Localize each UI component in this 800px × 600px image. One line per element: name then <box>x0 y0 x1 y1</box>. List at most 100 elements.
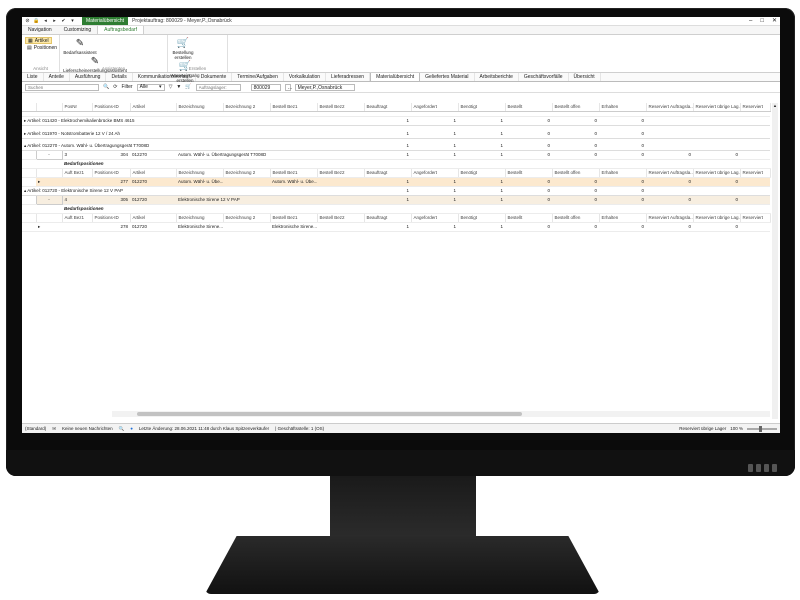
funnel-settings-icon[interactable]: ▼ <box>176 84 181 90</box>
sub-col-header[interactable]: Reserviert Auftragsla... <box>646 168 694 178</box>
sub-col-header[interactable]: Auft Bez1 <box>62 213 93 223</box>
project-lookup-button[interactable]: … <box>284 83 293 91</box>
view-positionen-button[interactable]: ▤ Positionen <box>25 44 57 51</box>
sub-col-header[interactable]: Bezeichnung 2 <box>223 168 271 178</box>
sub-col-header[interactable]: Beauftragt <box>364 213 412 223</box>
check-icon[interactable]: ✔ <box>60 18 67 25</box>
col-header-artikel[interactable]: Artikel <box>130 103 177 112</box>
group-row[interactable]: ▸ Artikel: 011970 - Notstrombatterie 12 … <box>22 129 770 139</box>
tab-materialuebersicht[interactable]: Materialübersicht <box>370 72 421 81</box>
scroll-up-icon[interactable]: ▲ <box>772 103 778 109</box>
funnel-icon[interactable]: ▽ <box>169 84 173 90</box>
sub-col-header[interactable]: Reserviert <box>740 213 771 223</box>
col-header-bestell-bez1[interactable]: Bestell Bez1 <box>270 103 318 112</box>
sub-col-header[interactable]: Angefordert <box>411 168 459 178</box>
col-header-erhalten[interactable]: Erhalten <box>599 103 647 112</box>
tab-arbeitsberichte[interactable]: Arbeitsberichte <box>475 73 519 81</box>
sub-col-header[interactable]: Benötigt <box>458 213 506 223</box>
sub-col-header[interactable]: Angefordert <box>411 213 459 223</box>
search-icon[interactable]: 🔍 <box>119 426 125 432</box>
sub-col-header[interactable]: Bezeichnung <box>176 213 224 223</box>
maximize-icon[interactable]: □ <box>760 17 764 26</box>
tab-geschaeftsvorfaelle[interactable]: Geschäftsvorfälle <box>519 73 569 81</box>
sub-col-header[interactable]: Bestell Bez2 <box>317 168 365 178</box>
col-header-reserviert-uebrige[interactable]: Reserviert übrige Lag... <box>693 103 741 112</box>
sub-col-header[interactable]: Erhalten <box>599 213 647 223</box>
sub-col-header[interactable]: Beauftragt <box>364 168 412 178</box>
sub-col-header[interactable]: Reserviert übrige Lag... <box>693 213 741 223</box>
sub-col-header[interactable]: Bestell Bez1 <box>270 213 318 223</box>
sub-col-header[interactable]: Benötigt <box>458 168 506 178</box>
sub-col-header[interactable]: Reserviert Auftragsla... <box>646 213 694 223</box>
col-header-bestellt[interactable]: Bestellt <box>505 103 553 112</box>
col-header-positions-id[interactable]: Positions-ID <box>92 103 131 112</box>
sub-col-header[interactable]: Reserviert <box>740 168 771 178</box>
vertical-scrollbar[interactable]: ▲ <box>772 103 778 419</box>
sub-col-header[interactable]: Positions-ID <box>92 213 131 223</box>
sub-col-header[interactable]: Bestellt <box>505 213 553 223</box>
col-header-reserviert[interactable]: Reserviert <box>740 103 771 112</box>
tab-details[interactable]: Details <box>106 73 133 81</box>
sub-col-header[interactable]: Auft Bez1 <box>62 168 93 178</box>
sub-row[interactable]: ▸ 278 012720 Elektronische Sirene... Ele… <box>22 222 770 232</box>
wareneingang-erstellen-button[interactable]: 🛒 Wareneingang erstellen <box>170 60 199 84</box>
bedarfsassistent-button[interactable]: ✎ Bedarfsassistent <box>63 37 97 56</box>
zoom-slider[interactable] <box>747 425 777 432</box>
ribbon-tab-navigation[interactable]: Navigation <box>22 26 58 34</box>
sub-col-header[interactable]: Positions-ID <box>92 168 131 178</box>
tab-geliefertes-material[interactable]: Geliefertes Material <box>420 73 475 81</box>
tab-dokumente[interactable]: Dokumente <box>196 73 233 81</box>
sub-col-header[interactable]: Bezeichnung <box>176 168 224 178</box>
sub-col-header[interactable]: Bestellt <box>505 168 553 178</box>
bestellung-erstellen-button[interactable]: 🛒 Bestellung erstellen <box>171 37 195 61</box>
refresh-icon[interactable]: ⟳ <box>113 84 117 90</box>
sub-col-header[interactable]: Artikel <box>130 168 177 178</box>
search-icon[interactable]: 🔍 <box>103 84 109 90</box>
sub-col-header[interactable]: Erhalten <box>599 168 647 178</box>
group-row[interactable]: ▴ Artikel: 012720 - Elektronische Sirene… <box>22 186 770 196</box>
tab-termine[interactable]: Termine/Aufgaben <box>232 73 284 81</box>
sub-col-header[interactable]: Artikel <box>130 213 177 223</box>
tab-ausfuehrung[interactable]: Ausführung <box>70 73 107 81</box>
group-row[interactable]: ▸ Artikel: 011420 - Elektrochemikalienbr… <box>22 116 770 126</box>
col-header-bestell-bez2[interactable]: Bestell Bez2 <box>317 103 365 112</box>
search-input[interactable] <box>25 83 99 91</box>
sub-row[interactable]: ▸ 277 012270 Autom. Wähl- u. Übe... Auto… <box>22 177 770 187</box>
close-icon[interactable]: ✕ <box>772 17 777 26</box>
col-header-beauftragt[interactable]: Beauftragt <box>364 103 412 112</box>
project-number-field[interactable]: 800029 <box>250 83 281 91</box>
col-header-benoetigt[interactable]: Benötigt <box>458 103 506 112</box>
filter-select[interactable]: Alle ▾ <box>136 83 165 91</box>
tab-vorkalkulation[interactable]: Vorkalkulation <box>284 73 327 81</box>
sub-col-header[interactable]: Bestellt offen <box>552 168 600 178</box>
forward-icon[interactable]: ▸ <box>51 18 58 25</box>
lock-icon[interactable]: 🔒 <box>33 18 40 25</box>
zoom-slider-knob[interactable] <box>759 425 762 432</box>
minimize-icon[interactable]: – <box>749 17 752 26</box>
cart-filter-icon[interactable]: 🛒 <box>185 84 191 90</box>
back-icon[interactable]: ◂ <box>42 18 49 25</box>
col-header-posnr[interactable]: PosNr <box>62 103 93 112</box>
status-standard[interactable]: (Standard) <box>25 426 46 431</box>
col-header-bezeichnung2[interactable]: Bezeichnung 2 <box>223 103 271 112</box>
collapse-button[interactable]: - <box>35 195 63 205</box>
ribbon-tab-auftragsbedarf[interactable]: Auftragsbedarf <box>97 25 144 34</box>
position-row[interactable]: - 3 304 012270 Autom. Wähl- u. Übertragu… <box>22 150 770 160</box>
lager-input[interactable] <box>195 83 241 91</box>
collapse-button[interactable]: - <box>35 150 63 160</box>
group-row[interactable]: ▴ Artikel: 012270 - Autom. Wähl- u. Über… <box>22 142 770 151</box>
col-header-bestellt-offen[interactable]: Bestellt offen <box>552 103 600 112</box>
mail-icon[interactable]: ✉ <box>52 426 56 432</box>
col-header-bezeichnung[interactable]: Bezeichnung <box>176 103 224 112</box>
scrollbar-thumb[interactable] <box>137 412 522 416</box>
col-header-reserviert-auftrag[interactable]: Reserviert Auftragsla... <box>646 103 694 112</box>
position-row[interactable]: - 4 305 012720 Elektronische Sirene 12 V… <box>22 195 770 205</box>
view-artikel-button[interactable]: ▦ Artikel <box>25 37 52 44</box>
tab-liste[interactable]: Liste <box>22 73 44 81</box>
sub-col-header[interactable]: Bestellt offen <box>552 213 600 223</box>
sub-col-header[interactable]: Reserviert übrige Lag... <box>693 168 741 178</box>
tab-anteile[interactable]: Anteile <box>44 73 70 81</box>
sub-col-header[interactable]: Bestell Bez1 <box>270 168 318 178</box>
horizontal-scrollbar[interactable] <box>112 411 770 417</box>
dropdown-icon[interactable]: ▾ <box>69 18 76 25</box>
